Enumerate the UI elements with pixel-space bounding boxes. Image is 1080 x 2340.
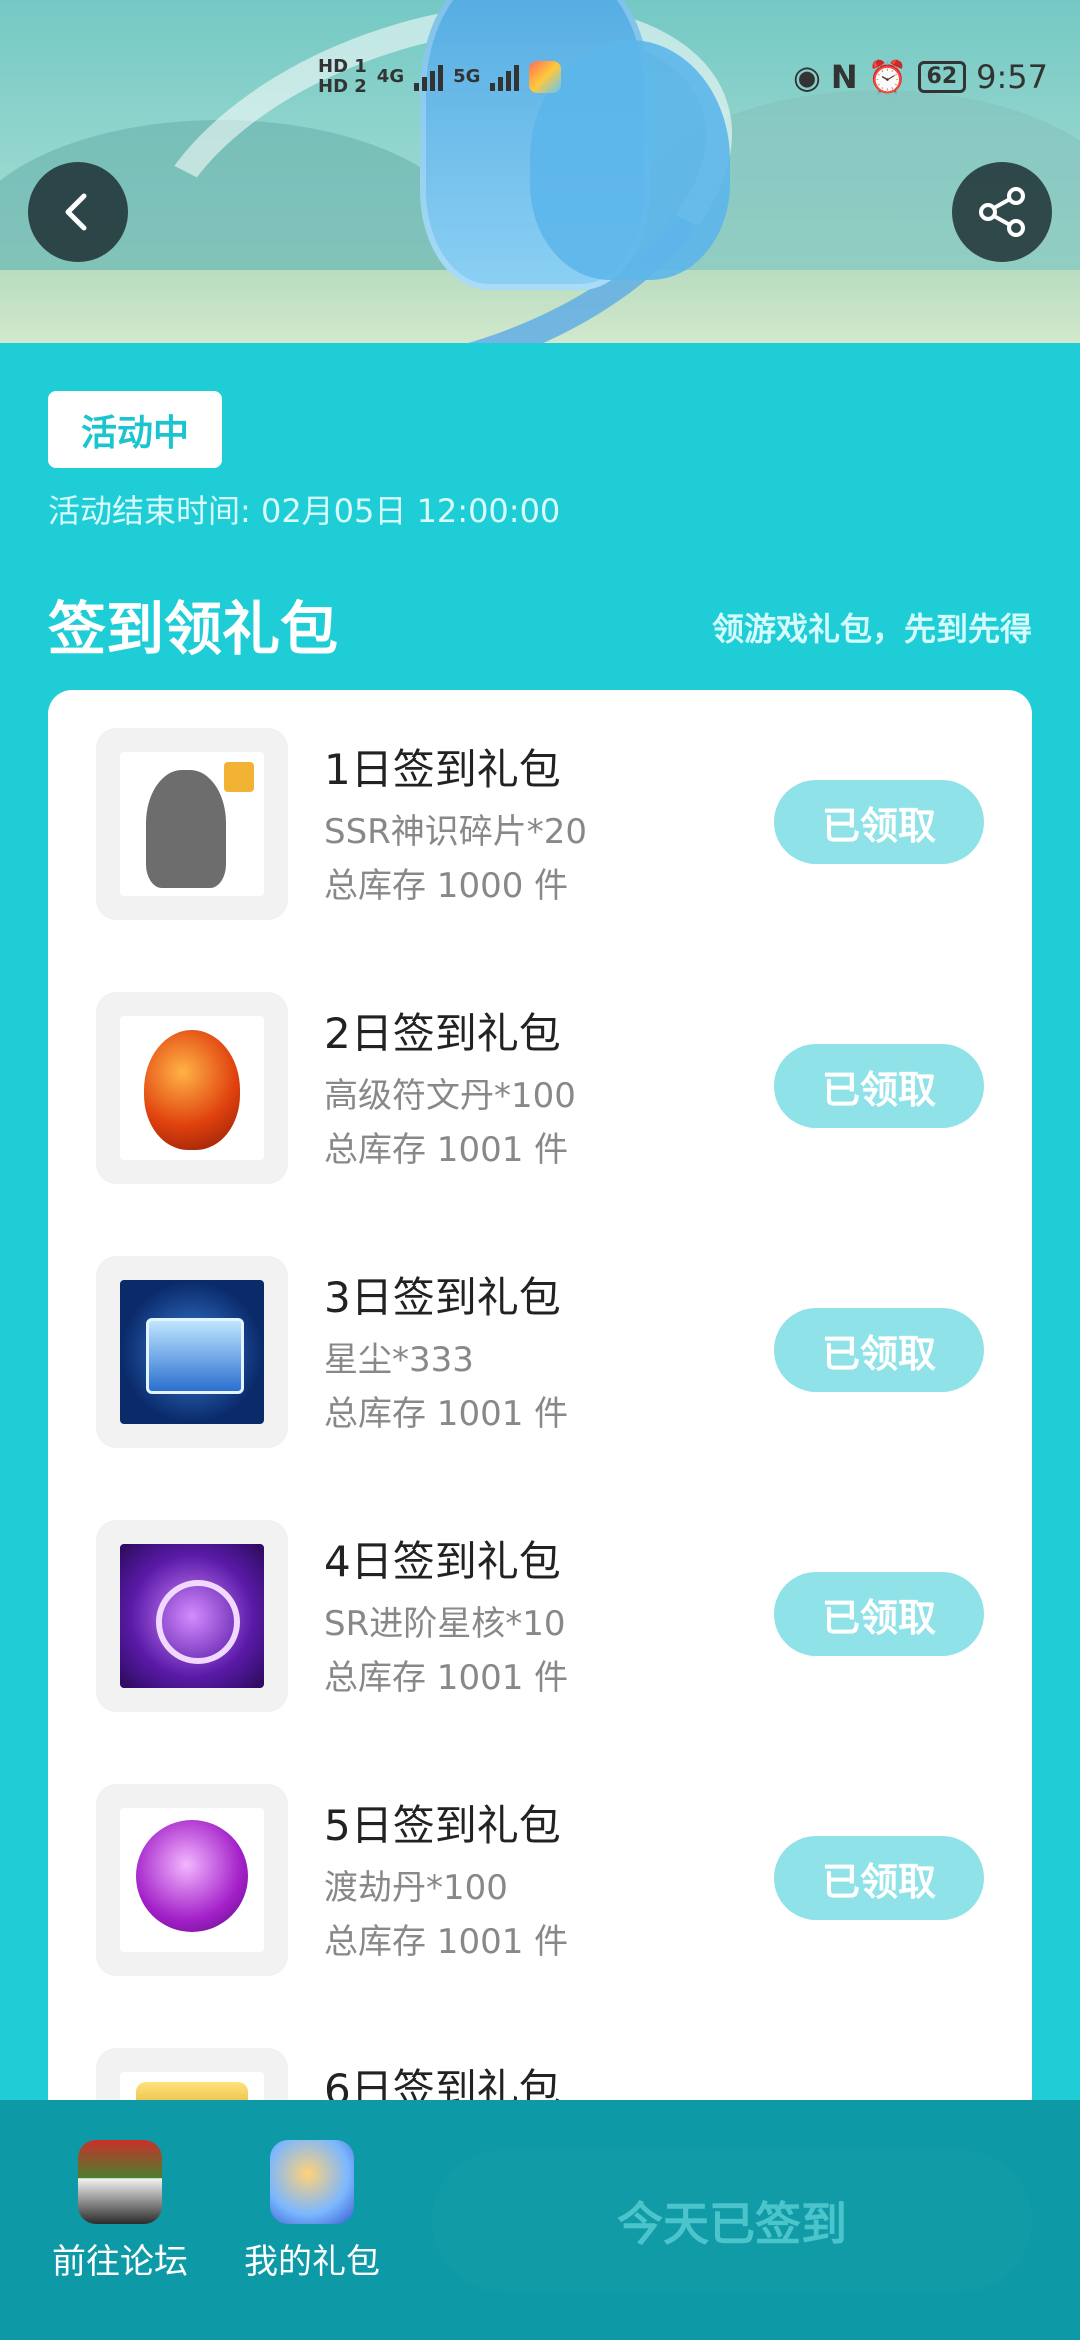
gift-box-icon xyxy=(270,2140,354,2224)
signal-icon xyxy=(490,63,520,91)
network-4g-label: 4G xyxy=(376,66,405,87)
status-bar-right: ◉ N ⏰ 62 9:57 xyxy=(793,52,1048,102)
gift-image xyxy=(120,752,264,896)
section-subtitle: 领游戏礼包，先到先得 xyxy=(711,610,1032,648)
gift-title: 3日签到礼包 xyxy=(324,1273,561,1322)
my-gifts-button[interactable]: 我的礼包 xyxy=(232,2140,392,2283)
share-button[interactable] xyxy=(952,162,1052,262)
gift-title: 2日签到礼包 xyxy=(324,1009,561,1058)
gift-thumbnail-frame xyxy=(96,1256,288,1448)
gift-reward: 高级符文丹*100 xyxy=(324,1076,576,1116)
star-core-icon xyxy=(156,1580,240,1664)
claimed-button[interactable]: 已领取 xyxy=(774,1836,984,1920)
gift-image xyxy=(120,1544,264,1688)
clock-time: 9:57 xyxy=(976,58,1048,96)
gift-reward: 渡劫丹*100 xyxy=(324,1868,508,1908)
chevron-left-icon xyxy=(65,193,87,231)
gift-reward: 星尘*333 xyxy=(324,1340,474,1380)
back-button[interactable] xyxy=(28,162,128,262)
gift-image xyxy=(120,1280,264,1424)
gift-stock: 总库存 1001 件 xyxy=(324,1658,569,1698)
claimed-button[interactable]: 已领取 xyxy=(774,1572,984,1656)
gift-list-card: 1日签到礼包 SSR神识碎片*20 总库存 1000 件 已领取 2日签到礼包 … xyxy=(48,690,1032,2150)
share-icon xyxy=(979,187,1025,237)
rune-pill-icon xyxy=(144,1030,240,1150)
status-badge: 活动中 xyxy=(48,391,222,468)
gift-thumbnail-frame xyxy=(96,992,288,1184)
game-forum-icon xyxy=(78,2140,162,2224)
signal-icon xyxy=(414,63,444,91)
claimed-button[interactable]: 已领取 xyxy=(774,1044,984,1128)
gift-item: 3日签到礼包 星尘*333 总库存 1001 件 已领取 xyxy=(48,1218,1032,1448)
gift-reward: SSR神识碎片*20 xyxy=(324,812,588,852)
character-silhouette-icon xyxy=(146,770,226,888)
gift-title: 5日签到礼包 xyxy=(324,1801,561,1850)
gift-item: 1日签到礼包 SSR神识碎片*20 总库存 1000 件 已领取 xyxy=(48,690,1032,920)
alarm-icon: ⏰ xyxy=(867,58,908,96)
signed-in-today-button[interactable]: 今天已签到 xyxy=(432,2150,1032,2292)
gift-thumbnail-frame xyxy=(96,1520,288,1712)
sim1-label: HD 1 xyxy=(318,56,367,77)
puzzle-icon xyxy=(224,762,254,792)
gift-image xyxy=(120,1808,264,1952)
gift-stock: 总库存 1001 件 xyxy=(324,1922,569,1962)
forum-button[interactable]: 前往论坛 xyxy=(40,2140,200,2283)
claimed-button[interactable]: 已领取 xyxy=(774,780,984,864)
gift-title: 4日签到礼包 xyxy=(324,1537,561,1586)
tribulation-pill-icon xyxy=(136,1820,248,1932)
gift-thumbnail-frame xyxy=(96,728,288,920)
gift-stock: 总库存 1001 件 xyxy=(324,1394,569,1434)
gift-item: 4日签到礼包 SR进阶星核*10 总库存 1001 件 已领取 xyxy=(48,1482,1032,1712)
gift-stock: 总库存 1001 件 xyxy=(324,1130,569,1170)
gift-stock: 总库存 1000 件 xyxy=(324,866,569,906)
gift-thumbnail-frame xyxy=(96,1784,288,1976)
forum-label: 前往论坛 xyxy=(52,2242,188,2282)
gift-reward: SR进阶星核*10 xyxy=(324,1604,566,1644)
status-bar-left: HD 1 HD 2 4G 5G xyxy=(318,52,562,102)
eye-icon: ◉ xyxy=(792,58,821,96)
app-notification-icon xyxy=(529,61,562,93)
my-gifts-label: 我的礼包 xyxy=(244,2242,380,2282)
sim2-label: HD 2 xyxy=(318,76,367,97)
stardust-chest-icon xyxy=(146,1318,244,1394)
battery-icon: 62 xyxy=(917,61,967,93)
activity-end-time: 活动结束时间: 02月05日 12:00:00 xyxy=(48,492,561,530)
network-5g-label: 5G xyxy=(453,66,481,87)
gift-title: 1日签到礼包 xyxy=(324,745,561,794)
sim-labels: HD 1 HD 2 xyxy=(318,57,367,97)
gift-image xyxy=(120,1016,264,1160)
claimed-button[interactable]: 已领取 xyxy=(774,1308,984,1392)
gift-item: 2日签到礼包 高级符文丹*100 总库存 1001 件 已领取 xyxy=(48,954,1032,1184)
nfc-icon: N xyxy=(830,58,858,96)
section-title: 签到领礼包 xyxy=(48,595,339,663)
gift-item: 5日签到礼包 渡劫丹*100 总库存 1001 件 已领取 xyxy=(48,1746,1032,1976)
